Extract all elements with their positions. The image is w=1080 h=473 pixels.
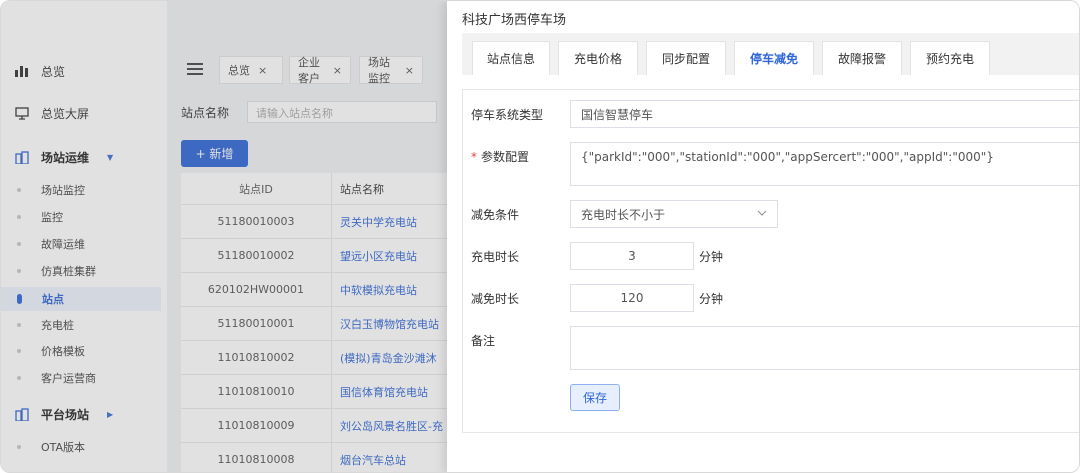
params-label-text: 参数配置 xyxy=(481,150,530,164)
remark-textarea[interactable] xyxy=(570,326,1079,370)
required-marker: * xyxy=(471,150,477,164)
chevron-down-icon xyxy=(757,209,767,220)
reduce-duration-unit: 分钟 xyxy=(699,292,724,306)
parking-type-field[interactable]: 国信智慧停车 xyxy=(570,100,1079,128)
charge-duration-input[interactable]: 3 xyxy=(570,242,694,270)
drawer-tab-strip: 站点信息 充电价格 同步配置 停车减免 故障报警 预约充电 xyxy=(462,33,1079,75)
station-drawer: 科技广场西停车场 站点信息 充电价格 同步配置 停车减免 故障报警 预约充电 停… xyxy=(447,1,1079,472)
tab-charge-price[interactable]: 充电价格 xyxy=(558,41,638,75)
tab-fault-alarm[interactable]: 故障报警 xyxy=(822,41,902,75)
modal-backdrop[interactable] xyxy=(1,1,447,472)
condition-label: 减免条件 xyxy=(471,208,520,222)
tab-reserve-charge[interactable]: 预约充电 xyxy=(910,41,990,75)
drawer-title: 科技广场西停车场 xyxy=(462,13,567,28)
charge-duration-unit: 分钟 xyxy=(699,250,724,264)
params-textarea[interactable]: {"parkId":"000","stationId":"000","appSe… xyxy=(570,142,1079,186)
tab-station-info[interactable]: 站点信息 xyxy=(472,41,550,75)
reduce-duration-input[interactable]: 120 xyxy=(570,284,694,312)
tab-parking-relief[interactable]: 停车减免 xyxy=(734,41,814,75)
parking-type-label: 停车系统类型 xyxy=(471,108,544,122)
remark-label: 备注 xyxy=(471,334,496,348)
app-window: 总览 总览大屏 场站运维 ▼ 场站监控 监控 故障运维 仿真桩集群 站点 充电桩… xyxy=(0,0,1080,473)
parking-relief-form: 停车系统类型 国信智慧停车 * 参数配置 {"parkId":"000","sta… xyxy=(462,89,1079,433)
condition-select[interactable]: 充电时长不小于 xyxy=(570,200,778,228)
tab-sync-config[interactable]: 同步配置 xyxy=(646,41,726,75)
params-label: * 参数配置 xyxy=(471,148,529,165)
save-button[interactable]: 保存 xyxy=(570,384,620,411)
charge-duration-label: 充电时长 xyxy=(471,250,520,264)
reduce-duration-label: 减免时长 xyxy=(471,292,520,306)
condition-select-value: 充电时长不小于 xyxy=(581,207,666,222)
